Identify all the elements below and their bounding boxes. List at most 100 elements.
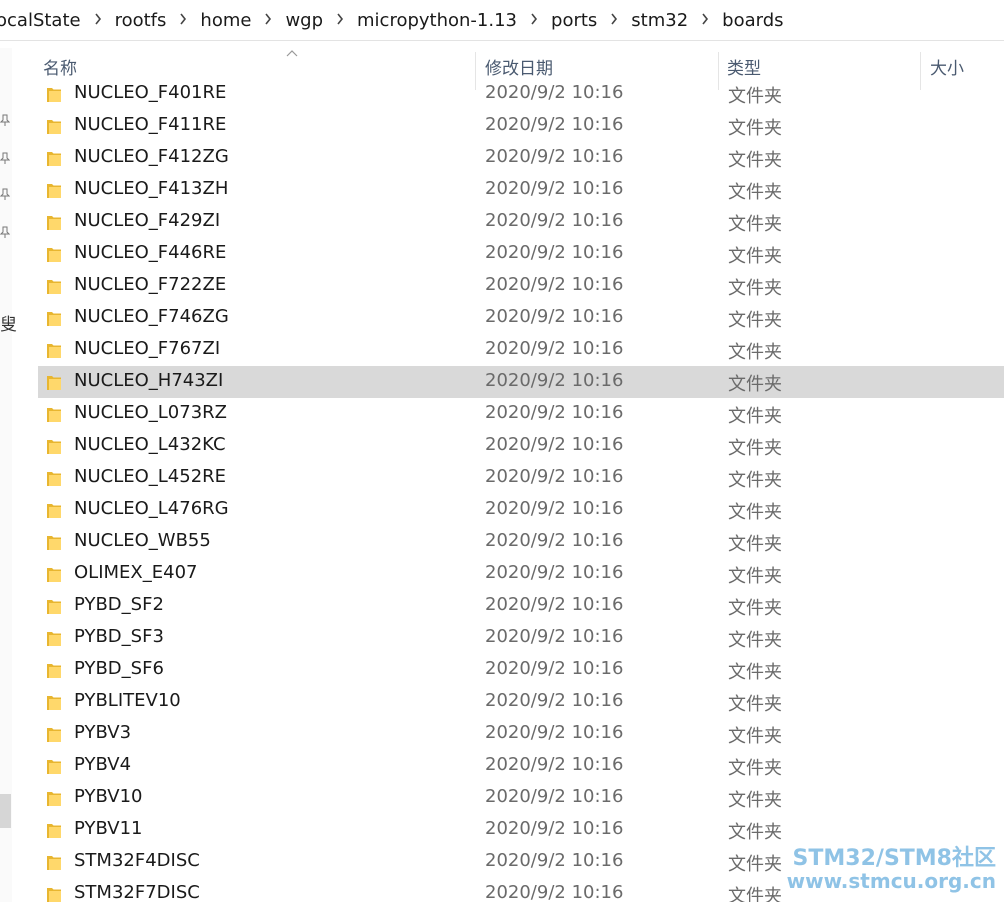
pin-icon[interactable] xyxy=(0,188,11,200)
nav-item-label[interactable]: 叟 xyxy=(0,310,17,335)
file-row[interactable]: PYBV3 2020/9/2 10:16 文件夹 xyxy=(38,718,1004,750)
file-row[interactable]: PYBD_SF6 2020/9/2 10:16 文件夹 xyxy=(38,654,1004,686)
file-name[interactable]: NUCLEO_H743ZI xyxy=(74,370,223,391)
breadcrumb-segment[interactable]: ports xyxy=(547,10,601,31)
file-name[interactable]: NUCLEO_F746ZG xyxy=(74,306,229,327)
file-date: 2020/9/2 10:16 xyxy=(485,466,624,487)
file-type: 文件夹 xyxy=(728,86,782,107)
file-type: 文件夹 xyxy=(728,854,782,875)
file-row[interactable]: NUCLEO_F767ZI 2020/9/2 10:16 文件夹 xyxy=(38,334,1004,366)
breadcrumb-segment[interactable]: home xyxy=(196,10,255,31)
file-row[interactable]: PYBD_SF2 2020/9/2 10:16 文件夹 xyxy=(38,590,1004,622)
file-type: 文件夹 xyxy=(728,246,782,267)
breadcrumb-segment[interactable]: stm32 xyxy=(627,10,692,31)
file-name[interactable]: PYBD_SF3 xyxy=(74,626,164,647)
file-row[interactable]: NUCLEO_F446RE 2020/9/2 10:16 文件夹 xyxy=(38,238,1004,270)
folder-icon xyxy=(46,598,62,615)
file-row[interactable]: NUCLEO_F401RE 2020/9/2 10:16 文件夹 xyxy=(38,78,1004,110)
folder-icon xyxy=(46,726,62,743)
file-date: 2020/9/2 10:16 xyxy=(485,530,624,551)
file-date: 2020/9/2 10:16 xyxy=(485,146,624,167)
file-name[interactable]: NUCLEO_WB55 xyxy=(74,530,211,551)
folder-icon xyxy=(46,630,62,647)
file-type: 文件夹 xyxy=(728,726,782,747)
file-row[interactable]: PYBV11 2020/9/2 10:16 文件夹 xyxy=(38,814,1004,846)
file-row[interactable]: NUCLEO_L452RE 2020/9/2 10:16 文件夹 xyxy=(38,462,1004,494)
file-row[interactable]: NUCLEO_F722ZE 2020/9/2 10:16 文件夹 xyxy=(38,270,1004,302)
chevron-right-icon[interactable] xyxy=(521,11,547,29)
file-row[interactable]: NUCLEO_F746ZG 2020/9/2 10:16 文件夹 xyxy=(38,302,1004,334)
file-name[interactable]: NUCLEO_L476RG xyxy=(74,498,229,519)
breadcrumb-segment[interactable]: rootfs xyxy=(111,10,171,31)
file-name[interactable]: NUCLEO_F413ZH xyxy=(74,178,228,199)
file-row[interactable]: NUCLEO_WB55 2020/9/2 10:16 文件夹 xyxy=(38,526,1004,558)
chevron-right-icon[interactable] xyxy=(170,11,196,29)
file-type: 文件夹 xyxy=(728,598,782,619)
file-row[interactable]: NUCLEO_H743ZI 2020/9/2 10:16 文件夹 xyxy=(38,366,1004,398)
file-name[interactable]: NUCLEO_F411RE xyxy=(74,114,226,135)
file-name[interactable]: NUCLEO_F767ZI xyxy=(74,338,220,359)
folder-icon xyxy=(46,470,62,487)
file-date: 2020/9/2 10:16 xyxy=(485,722,624,743)
pin-icon[interactable] xyxy=(0,152,11,164)
file-date: 2020/9/2 10:16 xyxy=(485,818,624,839)
chevron-right-icon[interactable] xyxy=(327,11,353,29)
file-row[interactable]: NUCLEO_F412ZG 2020/9/2 10:16 文件夹 xyxy=(38,142,1004,174)
file-row[interactable]: NUCLEO_L073RZ 2020/9/2 10:16 文件夹 xyxy=(38,398,1004,430)
file-row[interactable]: OLIMEX_E407 2020/9/2 10:16 文件夹 xyxy=(38,558,1004,590)
file-name[interactable]: NUCLEO_F429ZI xyxy=(74,210,220,231)
chevron-right-icon[interactable] xyxy=(85,11,111,29)
file-date: 2020/9/2 10:16 xyxy=(485,114,624,135)
file-name[interactable]: NUCLEO_L073RZ xyxy=(74,402,227,423)
file-name[interactable]: PYBV4 xyxy=(74,754,131,775)
file-date: 2020/9/2 10:16 xyxy=(485,658,624,679)
chevron-right-icon[interactable] xyxy=(692,11,718,29)
file-type: 文件夹 xyxy=(728,822,782,843)
folder-icon xyxy=(46,758,62,775)
file-name[interactable]: NUCLEO_F722ZE xyxy=(74,274,226,295)
file-row[interactable]: PYBD_SF3 2020/9/2 10:16 文件夹 xyxy=(38,622,1004,654)
file-name[interactable]: OLIMEX_E407 xyxy=(74,562,197,583)
file-name[interactable]: PYBV10 xyxy=(74,786,142,807)
file-type: 文件夹 xyxy=(728,182,782,203)
chevron-right-icon[interactable] xyxy=(601,11,627,29)
breadcrumb-segment[interactable]: wgp xyxy=(281,10,327,31)
file-name[interactable]: NUCLEO_L432KC xyxy=(74,434,226,455)
breadcrumb-segment[interactable]: ocalState xyxy=(0,10,85,31)
file-row[interactable]: NUCLEO_F413ZH 2020/9/2 10:16 文件夹 xyxy=(38,174,1004,206)
folder-icon xyxy=(46,438,62,455)
file-date: 2020/9/2 10:16 xyxy=(485,82,624,103)
folder-icon xyxy=(46,822,62,839)
file-date: 2020/9/2 10:16 xyxy=(485,370,624,391)
file-name[interactable]: PYBLITEV10 xyxy=(74,690,181,711)
file-row[interactable]: NUCLEO_F429ZI 2020/9/2 10:16 文件夹 xyxy=(38,206,1004,238)
file-row[interactable]: PYBV4 2020/9/2 10:16 文件夹 xyxy=(38,750,1004,782)
file-name[interactable]: NUCLEO_F412ZG xyxy=(74,146,229,167)
file-name[interactable]: PYBD_SF6 xyxy=(74,658,164,679)
file-row[interactable]: PYBLITEV10 2020/9/2 10:16 文件夹 xyxy=(38,686,1004,718)
file-date: 2020/9/2 10:16 xyxy=(485,850,624,871)
file-name[interactable]: STM32F7DISC xyxy=(74,882,200,902)
file-name[interactable]: PYBD_SF2 xyxy=(74,594,164,615)
folder-icon xyxy=(46,694,62,711)
file-date: 2020/9/2 10:16 xyxy=(485,210,624,231)
file-name[interactable]: PYBV3 xyxy=(74,722,131,743)
nav-selected-item[interactable] xyxy=(0,794,11,828)
file-name[interactable]: STM32F4DISC xyxy=(74,850,200,871)
file-date: 2020/9/2 10:16 xyxy=(485,178,624,199)
breadcrumb-segment[interactable]: boards xyxy=(718,10,787,31)
file-row[interactable]: NUCLEO_F411RE 2020/9/2 10:16 文件夹 xyxy=(38,110,1004,142)
file-row[interactable]: NUCLEO_L432KC 2020/9/2 10:16 文件夹 xyxy=(38,430,1004,462)
file-name[interactable]: NUCLEO_F446RE xyxy=(74,242,226,263)
file-type: 文件夹 xyxy=(728,374,782,395)
pin-icon[interactable] xyxy=(0,226,11,238)
file-name[interactable]: PYBV11 xyxy=(74,818,142,839)
breadcrumb-segment[interactable]: micropython-1.13 xyxy=(353,10,521,31)
file-name[interactable]: NUCLEO_F401RE xyxy=(74,82,226,103)
file-row[interactable]: PYBV10 2020/9/2 10:16 文件夹 xyxy=(38,782,1004,814)
file-name[interactable]: NUCLEO_L452RE xyxy=(74,466,226,487)
file-row[interactable]: NUCLEO_L476RG 2020/9/2 10:16 文件夹 xyxy=(38,494,1004,526)
address-bar[interactable]: ocalState rootfs home wgp micropython-1.13 po… xyxy=(0,0,1004,41)
chevron-right-icon[interactable] xyxy=(255,11,281,29)
pin-icon[interactable] xyxy=(0,114,11,126)
